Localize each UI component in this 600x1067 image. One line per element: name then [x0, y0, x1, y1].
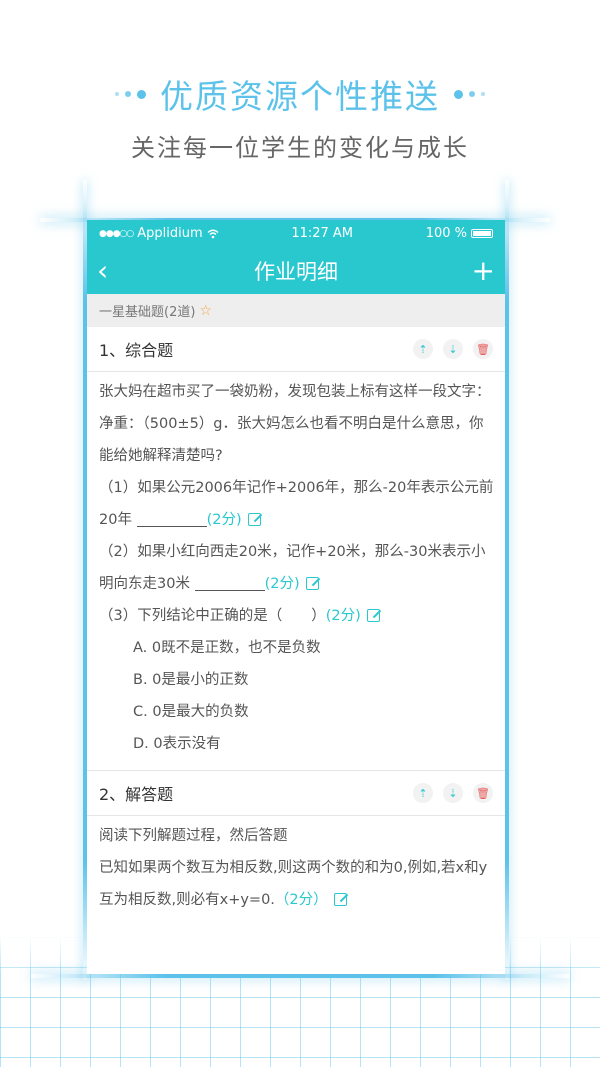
move-up-icon[interactable]: ⇡ [413, 339, 433, 359]
star-icon[interactable]: ☆ [199, 303, 212, 319]
dots-right-decoration [454, 89, 485, 99]
nav-bar: ‹ 作业明细 + [87, 247, 505, 294]
question-header: 1、综合题 ⇡ ⇣ 🗑 [87, 327, 505, 372]
question-text: 张大妈在超市买了一袋奶粉，发现包装上标有这样一段文字： [99, 384, 491, 400]
frame-glow-bottom [30, 974, 570, 978]
status-time: 11:27 AM [291, 226, 354, 241]
answer-blank [194, 572, 265, 591]
status-bar: ●●●○○ Applidium 11:27 AM 100 % [87, 220, 505, 247]
promo-title: 优质资源个性推送 [0, 70, 600, 118]
sub-question-text: （3）下列结论中正确的是（ ） [99, 608, 326, 624]
option-b: B. 0是最小的正数 [133, 672, 249, 688]
question-title: 1、综合题 [99, 341, 174, 360]
dots-left-decoration [115, 89, 146, 99]
edit-icon[interactable] [305, 577, 319, 590]
sub-question-text: 明向东走30米 [99, 576, 190, 592]
section-header: 一星基础题(2道) ☆ [87, 294, 505, 327]
page-title: 作业明细 [254, 259, 338, 284]
sub-question-text: 互为相反数,则必有x+y=0. [99, 892, 275, 908]
back-icon[interactable]: ‹ [97, 256, 108, 285]
edit-icon[interactable] [333, 893, 347, 906]
question-text: （1）如果公元2006年记作+2006年，那么-20年表示公元前 [99, 480, 494, 496]
question-body: 张大妈在超市买了一袋奶粉，发现包装上标有这样一段文字： 净重：（500±5）g．… [87, 372, 505, 770]
sub-question: 互为相反数,则必有x+y=0.（2分） [99, 884, 493, 916]
sub-question: （3）下列结论中正确的是（ ）(2分) [99, 600, 493, 632]
move-down-icon[interactable]: ⇣ [443, 339, 463, 359]
delete-icon[interactable]: 🗑 [473, 783, 493, 803]
wifi-icon [207, 229, 219, 238]
edit-icon[interactable] [366, 609, 380, 622]
option-a: A. 0既不是正数，也不是负数 [133, 640, 321, 656]
question-text: 净重：（500±5）g．张大妈怎么也看不明白是什么意思，你 [99, 416, 484, 432]
question-body: 阅读下列解题过程，然后答题 已知如果两个数互为相反数,则这两个数的和为0,例如,… [87, 816, 505, 926]
add-icon[interactable]: + [472, 256, 495, 285]
sub-question-text: 20年 [99, 512, 132, 528]
promo-screen: 优质资源个性推送 关注每一位学生的变化与成长 ●●●○○ Applidium 1… [0, 0, 600, 1067]
score-label: (2分) [206, 512, 242, 528]
section-label: 一星基础题(2道) [99, 305, 196, 320]
battery-label: 100 % [425, 226, 467, 241]
question-text: 阅读下列解题过程，然后答题 [99, 828, 288, 844]
score-label: (2分) [264, 576, 300, 592]
promo-title-text: 优质资源个性推送 [160, 77, 440, 116]
signal-icon: ●●●○○ [99, 228, 134, 239]
edit-icon[interactable] [247, 513, 261, 526]
question-header: 2、解答题 ⇡ ⇣ 🗑 [87, 771, 505, 816]
battery-icon [471, 229, 493, 238]
move-up-icon[interactable]: ⇡ [413, 783, 433, 803]
answer-blank [136, 508, 207, 527]
question-text: （2）如果小红向西走20米，记作+20米，那么-30米表示小 [99, 544, 486, 560]
option-c: C. 0是最大的负数 [133, 704, 249, 720]
promo-subtitle: 关注每一位学生的变化与成长 [131, 134, 469, 162]
score-label: (2分) [325, 608, 361, 624]
delete-icon[interactable]: 🗑 [473, 339, 493, 359]
option-d: D. 0表示没有 [133, 736, 221, 752]
question-title: 2、解答题 [99, 785, 174, 804]
sub-question: 20年 (2分) [99, 504, 493, 536]
score-label: （2分） [274, 892, 328, 908]
move-down-icon[interactable]: ⇣ [443, 783, 463, 803]
question-text: 已知如果两个数互为相反数,则这两个数的和为0,例如,若x和y [99, 860, 488, 876]
carrier-label: Applidium [137, 226, 203, 241]
sub-question: 明向东走30米 (2分) [99, 568, 493, 600]
phone-screen: ●●●○○ Applidium 11:27 AM 100 % ‹ 作业明细 + … [87, 220, 505, 974]
frame-glow-right [505, 180, 509, 980]
question-text: 能给她解释清楚吗? [99, 448, 223, 464]
